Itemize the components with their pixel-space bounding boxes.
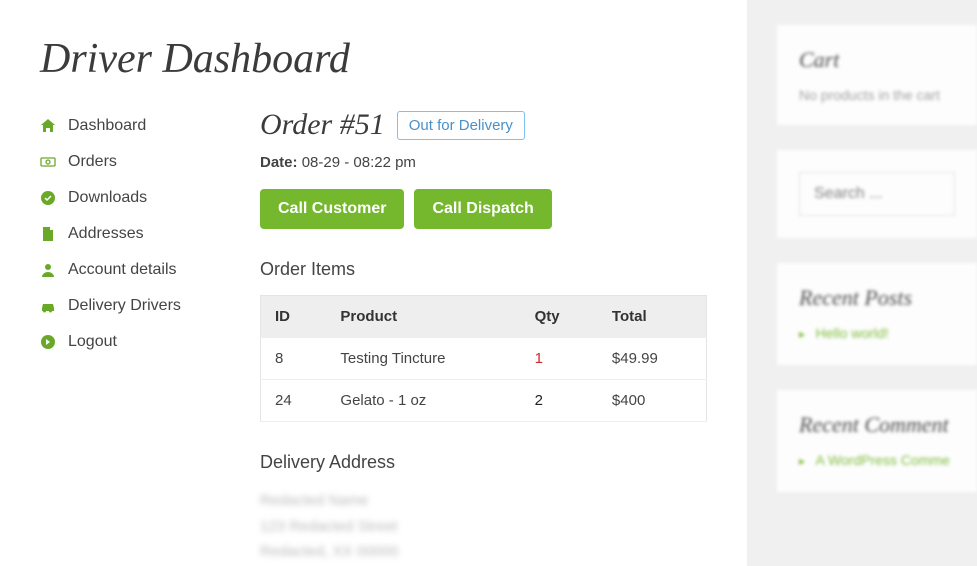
recent-comments-widget: Recent Comment ▸ A WordPress Comme: [777, 390, 977, 492]
call-dispatch-button[interactable]: Call Dispatch: [414, 189, 551, 229]
call-customer-button[interactable]: Call Customer: [260, 189, 404, 229]
money-icon: [40, 154, 56, 170]
cell-total: $49.99: [598, 338, 707, 380]
nav-addresses[interactable]: Addresses: [40, 216, 225, 252]
date-label: Date:: [260, 154, 298, 171]
nav-delivery-drivers[interactable]: Delivery Drivers: [40, 288, 225, 324]
cell-product: Gelato - 1 oz: [326, 380, 520, 422]
home-icon: [40, 118, 56, 134]
nav-label: Account details: [68, 261, 177, 279]
nav-label: Orders: [68, 153, 117, 171]
order-heading: Order #51: [260, 108, 385, 142]
nav-logout[interactable]: Logout: [40, 324, 225, 360]
cart-title: Cart: [799, 47, 955, 73]
cell-qty: 2: [521, 380, 598, 422]
check-circle-icon: [40, 190, 56, 206]
order-date: Date: 08-29 - 08:22 pm: [260, 154, 707, 171]
car-icon: [40, 298, 56, 314]
account-nav: Dashboard Orders Downloads: [40, 108, 225, 565]
file-icon: [40, 226, 56, 242]
page-title: Driver Dashboard: [40, 35, 707, 83]
address-line: Redacted Name: [260, 488, 707, 514]
user-icon: [40, 262, 56, 278]
order-items-title: Order Items: [260, 259, 707, 280]
delivery-address: Redacted Name 123 Redacted Street Redact…: [260, 488, 707, 565]
date-value: 08-29 - 08:22 pm: [302, 154, 416, 171]
cell-id: 8: [261, 338, 327, 380]
nav-label: Logout: [68, 333, 117, 351]
nav-dashboard[interactable]: Dashboard: [40, 108, 225, 144]
status-badge: Out for Delivery: [397, 111, 525, 140]
main-card: Driver Dashboard Dashboard Orders: [0, 0, 747, 566]
table-header-row: ID Product Qty Total: [261, 296, 707, 338]
address-line: Redacted, XX 00000: [260, 539, 707, 565]
nav-label: Downloads: [68, 189, 147, 207]
recent-comments-title: Recent Comment: [799, 412, 955, 438]
order-pane: Order #51 Out for Delivery Date: 08-29 -…: [260, 108, 707, 565]
recent-post-item[interactable]: ▸ Hello world!: [799, 325, 955, 343]
nav-account-details[interactable]: Account details: [40, 252, 225, 288]
recent-post-link: Hello world!: [815, 325, 888, 341]
cell-product: Testing Tincture: [326, 338, 520, 380]
recent-comment-link: A WordPress Comme: [815, 452, 949, 468]
cell-qty: 1: [521, 338, 598, 380]
bullet-icon: ▸: [799, 454, 805, 468]
nav-label: Dashboard: [68, 117, 146, 135]
cart-empty-text: No products in the cart: [799, 87, 955, 103]
table-row: 24 Gelato - 1 oz 2 $400: [261, 380, 707, 422]
widget-sidebar: Cart No products in the cart Recent Post…: [777, 0, 977, 566]
recent-posts-widget: Recent Posts ▸ Hello world!: [777, 263, 977, 365]
col-total: Total: [598, 296, 707, 338]
recent-posts-title: Recent Posts: [799, 285, 955, 311]
col-id: ID: [261, 296, 327, 338]
address-line: 123 Redacted Street: [260, 514, 707, 540]
col-product: Product: [326, 296, 520, 338]
cart-widget: Cart No products in the cart: [777, 25, 977, 125]
bullet-icon: ▸: [799, 327, 805, 341]
cell-id: 24: [261, 380, 327, 422]
arrow-right-circle-icon: [40, 334, 56, 350]
nav-label: Addresses: [68, 225, 144, 243]
search-input[interactable]: [799, 172, 955, 216]
cell-total: $400: [598, 380, 707, 422]
search-widget: [777, 150, 977, 238]
table-row: 8 Testing Tincture 1 $49.99: [261, 338, 707, 380]
col-qty: Qty: [521, 296, 598, 338]
order-items-table: ID Product Qty Total 8 Testing Tincture …: [260, 295, 707, 422]
nav-downloads[interactable]: Downloads: [40, 180, 225, 216]
nav-orders[interactable]: Orders: [40, 144, 225, 180]
delivery-address-title: Delivery Address: [260, 452, 707, 473]
recent-comment-item[interactable]: ▸ A WordPress Comme: [799, 452, 955, 470]
nav-label: Delivery Drivers: [68, 297, 181, 315]
